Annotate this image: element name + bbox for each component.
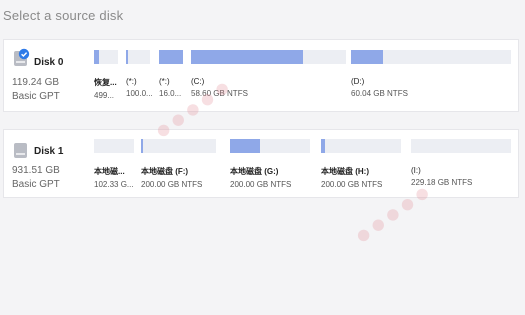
partition-label: (C:) (191, 77, 205, 86)
partition-usage-bar (159, 50, 183, 64)
disk-size: 931.51 GB (12, 165, 60, 176)
partition-label: (D:) (351, 77, 365, 86)
partition-i[interactable]: (I:) 229.18 GB NTFS (411, 139, 511, 187)
partition-usage-bar (411, 139, 511, 153)
partition-usage-bar (351, 50, 511, 64)
disk-drive-icon (12, 140, 30, 160)
partition-usage-bar (126, 50, 150, 64)
partition-detail: 58.60 GB NTFS (191, 89, 248, 98)
partition-usage-bar (94, 139, 134, 153)
partition-usage-bar (321, 139, 401, 153)
partition-detail: 16.0... (159, 89, 182, 98)
partition-usage-bar (94, 50, 118, 64)
partition-label: 恢复... (94, 78, 117, 87)
partition-recovery[interactable]: 恢复... 499... (94, 50, 118, 100)
partition-detail: 200.00 GB NTFS (230, 180, 292, 189)
partition-system-1[interactable]: (*:) 100.0... (126, 50, 153, 98)
disk-drive-icon (12, 48, 30, 68)
partition-detail: 229.18 GB NTFS (411, 178, 473, 187)
partition-detail: 499... (94, 91, 115, 100)
disk-type: Basic GPT (12, 179, 60, 190)
partition-detail: 102.33 G... (94, 180, 134, 189)
disk-card-disk-0[interactable]: Disk 0 119.24 GB Basic GPT 恢复... 499... … (3, 39, 519, 112)
partition-label: 本地磁盘 (G:) (230, 167, 279, 176)
disk-size: 119.24 GB (12, 77, 60, 88)
disk-card-disk-1[interactable]: Disk 1 931.51 GB Basic GPT 本地磁... 102.33… (3, 129, 519, 198)
partition-usage-bar (230, 139, 310, 153)
disk-name: Disk 1 (34, 146, 64, 157)
partition-label: 本地磁盘 (H:) (321, 167, 369, 176)
selected-check-icon (18, 48, 30, 60)
partition-detail: 60.04 GB NTFS (351, 89, 408, 98)
partition-local-disk-e[interactable]: 本地磁... 102.33 G... (94, 139, 134, 189)
partition-local-disk-g[interactable]: 本地磁盘 (G:) 200.00 GB NTFS (230, 139, 310, 189)
partition-local-disk-f[interactable]: 本地磁盘 (F:) 200.00 GB NTFS (141, 139, 216, 189)
partition-detail: 200.00 GB NTFS (141, 180, 203, 189)
partition-c[interactable]: (C:) 58.60 GB NTFS (191, 50, 346, 98)
partition-label: (*:) (159, 77, 170, 86)
partition-label: (*:) (126, 77, 137, 86)
partition-local-disk-h[interactable]: 本地磁盘 (H:) 200.00 GB NTFS (321, 139, 401, 189)
page-title: Select a source disk (3, 8, 124, 23)
partition-system-2[interactable]: (*:) 16.0... (159, 50, 183, 98)
partition-detail: 100.0... (126, 89, 153, 98)
partition-label: 本地磁... (94, 167, 125, 176)
partition-usage-bar (141, 139, 216, 153)
partition-detail: 200.00 GB NTFS (321, 180, 383, 189)
disk-type: Basic GPT (12, 91, 60, 102)
partition-d[interactable]: (D:) 60.04 GB NTFS (351, 50, 511, 98)
partition-label: 本地磁盘 (F:) (141, 167, 189, 176)
disk-name: Disk 0 (34, 57, 64, 68)
partition-usage-bar (191, 50, 346, 64)
partition-label: (I:) (411, 166, 421, 175)
